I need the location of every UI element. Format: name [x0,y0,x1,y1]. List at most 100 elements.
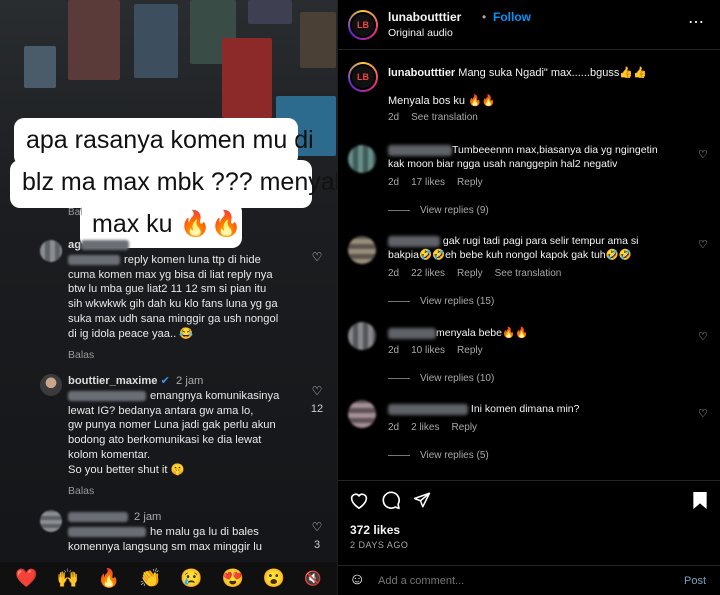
timestamp: 2 jam [176,375,204,387]
post-button[interactable]: Post [684,575,706,587]
comment-text: gw punya nomer Luna jadi gak perlu akun [68,419,276,432]
comment-line: Ini komen dimana min? [470,403,580,415]
bookmark-icon[interactable] [692,491,708,510]
timestamp: 2d [388,112,400,123]
mute-icon[interactable]: 🔇 [304,570,321,587]
avatar[interactable] [40,374,62,396]
comment-body: ag reply komen luna ttp di hide cuma kom… [68,238,293,363]
post-date: 2 DAYS AGO [350,540,409,550]
comment-text: he malu ga lu di bales [150,525,259,538]
timestamp: 2d [388,422,400,433]
verified-badge-icon: ✔ [160,375,171,387]
comment-header: 2 jam [68,510,293,525]
caption-username[interactable]: lunaboutttier [388,67,455,79]
overlay-caption-line: blz ma max mbk ??? menyala [10,160,337,208]
raised-hands-emoji-button[interactable]: 🙌 [57,568,79,589]
view-replies-button[interactable]: View replies (15) [388,296,494,307]
like-count: 12 [310,403,324,415]
username[interactable]: bouttier_maxime [68,375,158,387]
reply-button[interactable]: Balas [68,485,293,499]
post-panel: LB lunaboutttier • Follow Original audio… [337,0,720,595]
sad-emoji-button[interactable]: 😢 [180,568,202,589]
separator-dot: • [482,10,487,24]
view-replies-button[interactable]: View replies (9) [388,205,489,216]
avatar[interactable] [348,322,376,350]
reply-button[interactable]: Reply [451,422,477,433]
more-horizontal-icon[interactable]: ⋯ [688,12,705,32]
likes-total[interactable]: 372 likes [350,523,400,537]
profile-avatar[interactable]: LB [348,10,378,40]
add-comment-bar: ☺ Post [338,565,720,595]
comment-meta: 2d 10 likes Reply [388,345,495,356]
heart-icon[interactable]: ♡ [309,250,325,266]
caption-text: Mang suka Ngadi" max......bguss👍👍 [458,67,647,79]
comment-line: he malu ga lu di bales [68,525,293,540]
blurred-mention [68,390,146,401]
avatar[interactable] [40,240,62,262]
add-comment-input[interactable] [378,572,658,590]
timestamp: 2d [388,268,400,279]
likes-count[interactable]: 22 likes [411,268,445,279]
poster [134,4,178,78]
comment-text: komennya langsung sm max minggir lu [68,540,263,553]
heart-icon[interactable]: ♡ [698,330,708,343]
comment-meta: 2d 2 likes Reply [388,422,489,433]
avatar-image: LB [350,12,376,38]
comment-text: So you better shut it 🤫 [68,463,185,476]
likes-count[interactable]: 2 likes [411,422,439,433]
follow-button[interactable]: Follow [493,10,531,24]
see-translation-link[interactable]: See translation [495,268,562,279]
reply-button[interactable]: Reply [457,268,483,279]
comment-icon[interactable] [381,490,401,510]
comment-body: 2 jam he malu ga lu di bales komennya la… [68,510,293,554]
heart-icon[interactable]: ♡ [698,148,708,161]
surprised-emoji-button[interactable]: 😮 [263,568,285,589]
poster [300,12,336,68]
emoji-icon[interactable]: ☺ [349,571,365,589]
share-icon[interactable] [413,491,431,509]
heart-emoji-button[interactable]: ❤️ [15,568,37,589]
heart-eyes-emoji-button[interactable]: 😍 [222,568,244,589]
view-replies-button[interactable]: View replies (5) [388,450,489,461]
heart-icon[interactable]: ♡ [698,238,708,251]
comment-text: emangnya komunikasinya [150,389,280,402]
reply-button[interactable]: Balas [68,349,293,363]
avatar[interactable] [40,510,62,532]
heart-icon[interactable] [349,491,369,509]
comment-text: Ini komen dimana min? [388,403,693,415]
header-username[interactable]: lunaboutttier [388,10,461,24]
avatar[interactable] [348,400,376,428]
video-frame: apa rasanya komen mu di blz ma max mbk ?… [0,0,337,595]
comment-line: Tumbeeennn max,biasanya dia yg ngingetin [452,144,658,156]
reply-button[interactable]: Reply [457,177,483,188]
username[interactable]: ag [68,239,81,251]
heart-icon[interactable]: ♡ [309,520,325,536]
timestamp: 2d [388,177,400,188]
comment-text: gak rugi tadi pagi para selir tempur ama… [388,234,693,262]
see-translation-link[interactable]: See translation [411,112,478,123]
poster [24,46,56,88]
caption-avatar[interactable]: LB [348,62,378,92]
clap-emoji-button[interactable]: 👏 [139,568,161,589]
comment-text: di ig idola peace yaa.. 😂 [68,327,194,340]
reply-button[interactable]: Reply [457,345,483,356]
fire-emoji-button[interactable]: 🔥 [98,568,120,589]
comment-line: bakpia🤣🤣eh bebe kuh nongol kapok gak tuh… [388,249,632,262]
like-count: 3 [313,539,321,551]
comment-text: sih wkwkwk gih dah ku klo fans luna yg g… [68,298,278,311]
heart-icon[interactable]: ♡ [698,407,708,420]
heart-icon[interactable]: ♡ [309,384,325,400]
audio-subtitle[interactable]: Original audio [388,27,453,39]
comment-item: bouttier_maxime ✔ 2 jam emangnya komunika… [0,372,337,502]
comment-meta: 2d 17 likes Reply [388,177,495,188]
comment-text: Tumbeeennn max,biasanya dia yg ngingetin… [388,143,693,171]
avatar[interactable] [348,145,376,173]
view-replies-button[interactable]: View replies (10) [388,373,494,384]
timestamp: 2 jam [134,511,162,523]
likes-count[interactable]: 17 likes [411,177,445,188]
avatar[interactable] [348,236,376,264]
likes-count[interactable]: 10 likes [411,345,445,356]
comment-meta: 2d 22 likes Reply See translation [388,268,573,279]
comment-header: bouttier_maxime ✔ 2 jam [68,374,293,389]
comment-line: emangnya komunikasinya [68,389,293,404]
